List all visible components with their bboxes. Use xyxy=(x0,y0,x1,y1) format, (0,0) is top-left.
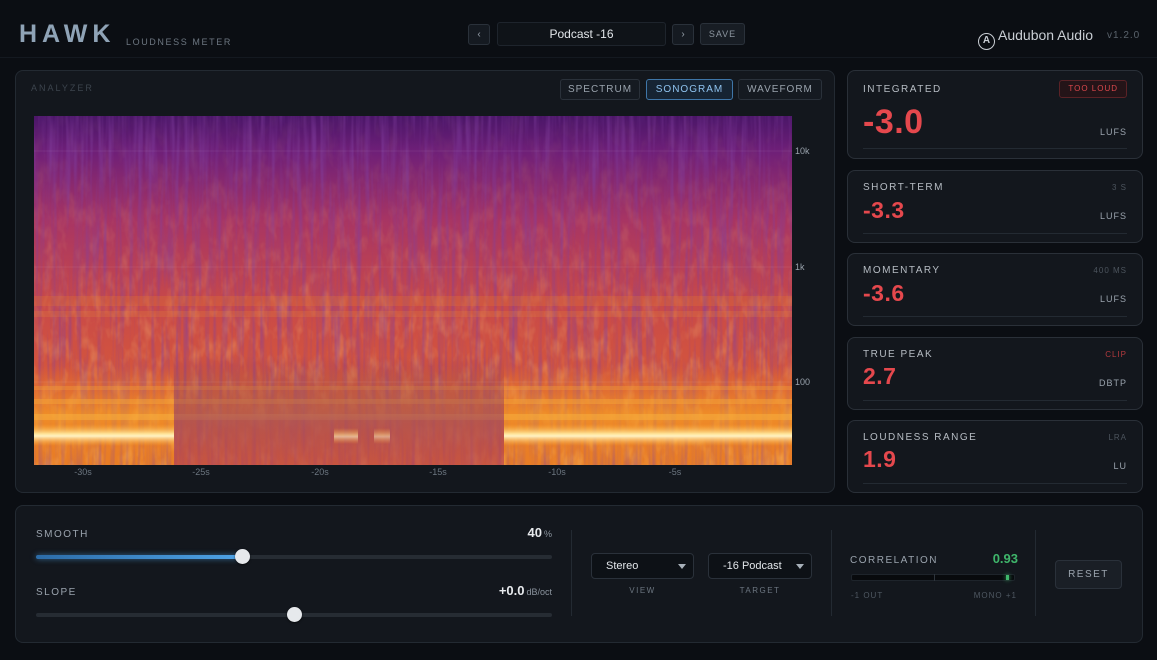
preset-name-field[interactable]: Podcast -16 xyxy=(497,22,666,46)
target-caption: TARGET xyxy=(739,586,781,595)
short-term-label: SHORT-TERM xyxy=(863,182,944,193)
divider xyxy=(571,530,572,616)
time-label: -10s xyxy=(548,467,566,477)
freq-label-10k: 10k xyxy=(795,146,810,156)
short-term-value: -3.3 xyxy=(863,197,905,223)
tab-sonogram[interactable]: SONOGRAM xyxy=(646,79,733,100)
momentary-label: MOMENTARY xyxy=(863,265,941,276)
true-peak-bar xyxy=(863,400,1127,401)
smooth-slider-thumb[interactable] xyxy=(235,549,251,564)
sonogram-view[interactable] xyxy=(34,116,792,465)
view-selected: Stereo xyxy=(606,560,639,572)
reset-button[interactable]: RESET xyxy=(1055,560,1122,589)
slope-slider-thumb[interactable] xyxy=(287,607,302,622)
target-selected: -16 Podcast xyxy=(723,560,782,572)
momentary-unit: LUFS xyxy=(1099,294,1127,304)
divider xyxy=(1035,530,1036,616)
smooth-slider-fill xyxy=(36,555,243,559)
short-term-meter-card: SHORT-TERM 3 S -3.3 LUFS xyxy=(847,170,1143,243)
sonogram-image xyxy=(34,116,792,465)
short-term-window: 3 S xyxy=(1111,183,1127,192)
prev-preset-button[interactable]: ‹ xyxy=(468,24,490,45)
integrated-meter-card: INTEGRATED TOO LOUD -3.0 LUFS xyxy=(847,70,1143,159)
smooth-unit: % xyxy=(543,529,552,539)
true-peak-label: TRUE PEAK xyxy=(863,349,934,360)
freq-label-1k: 1k xyxy=(795,262,805,272)
correlation-min-caption: -1 OUT xyxy=(851,591,884,600)
slope-label: SLOPE xyxy=(36,587,77,598)
analyzer-panel: ANALYZER SPECTRUM SONOGRAM WAVEFORM 10k … xyxy=(15,70,835,493)
true-peak-value: 2.7 xyxy=(863,363,897,389)
brand-name: Audubon Audio xyxy=(998,27,1093,43)
correlation-indicator xyxy=(1006,575,1010,580)
loudness-range-value: 1.9 xyxy=(863,446,897,472)
clip-indicator: CLIP xyxy=(1105,350,1127,359)
view-caption: VIEW xyxy=(629,586,656,595)
slope-value: +0.0 xyxy=(498,583,525,598)
correlation-value: 0.93 xyxy=(992,551,1018,566)
analyzer-label: ANALYZER xyxy=(31,83,94,93)
short-term-unit: LUFS xyxy=(1099,211,1127,221)
app-logo: HAWK xyxy=(19,20,116,48)
freq-label-100: 100 xyxy=(795,377,811,387)
loudness-range-unit: LU xyxy=(1113,461,1127,471)
tab-waveform[interactable]: WAVEFORM xyxy=(738,79,822,100)
time-label: -30s xyxy=(74,467,92,477)
short-term-bar xyxy=(863,233,1127,234)
time-label: -5s xyxy=(668,467,682,477)
slope-unit: dB/oct xyxy=(526,587,552,597)
smooth-label: SMOOTH xyxy=(36,529,89,540)
save-preset-button[interactable]: SAVE xyxy=(700,23,745,45)
momentary-window: 400 MS xyxy=(1093,266,1127,275)
chevron-down-icon xyxy=(796,564,804,569)
time-label: -15s xyxy=(429,467,447,477)
loudness-range-label: LOUDNESS RANGE xyxy=(863,432,978,443)
chevron-left-icon: ‹ xyxy=(477,29,481,40)
header-bar: HAWK LOUDNESS METER ‹ Podcast -16 › SAVE… xyxy=(0,0,1157,58)
momentary-meter-card: MOMENTARY 400 MS -3.6 LUFS xyxy=(847,253,1143,326)
momentary-value: -3.6 xyxy=(863,280,905,306)
integrated-unit: LUFS xyxy=(1099,127,1127,137)
target-select[interactable]: -16 Podcast xyxy=(708,553,812,579)
app-subtitle: LOUDNESS METER xyxy=(126,37,232,47)
chevron-down-icon xyxy=(678,564,686,569)
tab-spectrum[interactable]: SPECTRUM xyxy=(560,79,640,100)
true-peak-meter-card: TRUE PEAK CLIP 2.7 DBTP xyxy=(847,337,1143,410)
brand: A Audubon Audio xyxy=(978,26,1093,50)
smooth-slider[interactable] xyxy=(36,549,552,564)
smooth-readout: 40% xyxy=(528,525,552,540)
true-peak-unit: DBTP xyxy=(1098,378,1127,388)
view-select[interactable]: Stereo xyxy=(591,553,694,579)
slope-slider[interactable] xyxy=(36,607,552,622)
time-label: -20s xyxy=(311,467,329,477)
too-loud-badge: TOO LOUD xyxy=(1059,80,1127,98)
brand-logo-icon: A xyxy=(978,33,995,50)
correlation-max-caption: MONO +1 xyxy=(973,591,1017,600)
slope-readout: +0.0 dB/oct xyxy=(499,583,552,598)
loudness-range-bar xyxy=(863,483,1127,484)
momentary-bar xyxy=(863,316,1127,317)
version-label: v1.2.0 xyxy=(1107,30,1141,41)
next-preset-button[interactable]: › xyxy=(672,24,694,45)
lra-tag: LRA xyxy=(1108,433,1127,442)
time-label: -25s xyxy=(192,467,210,477)
correlation-label: CORRELATION xyxy=(850,555,938,566)
integrated-bar xyxy=(863,148,1127,149)
correlation-meter xyxy=(851,574,1015,581)
divider xyxy=(831,530,832,616)
loudness-range-meter-card: LOUDNESS RANGE LRA 1.9 LU xyxy=(847,420,1143,493)
integrated-value: -3.0 xyxy=(863,103,924,141)
controls-panel: SMOOTH 40% SLOPE +0.0 dB/oct Stereo VIEW … xyxy=(15,505,1143,643)
smooth-value: 40 xyxy=(527,525,542,540)
correlation-center-tick xyxy=(934,574,935,581)
chevron-right-icon: › xyxy=(681,29,685,40)
integrated-label: INTEGRATED xyxy=(863,84,942,95)
